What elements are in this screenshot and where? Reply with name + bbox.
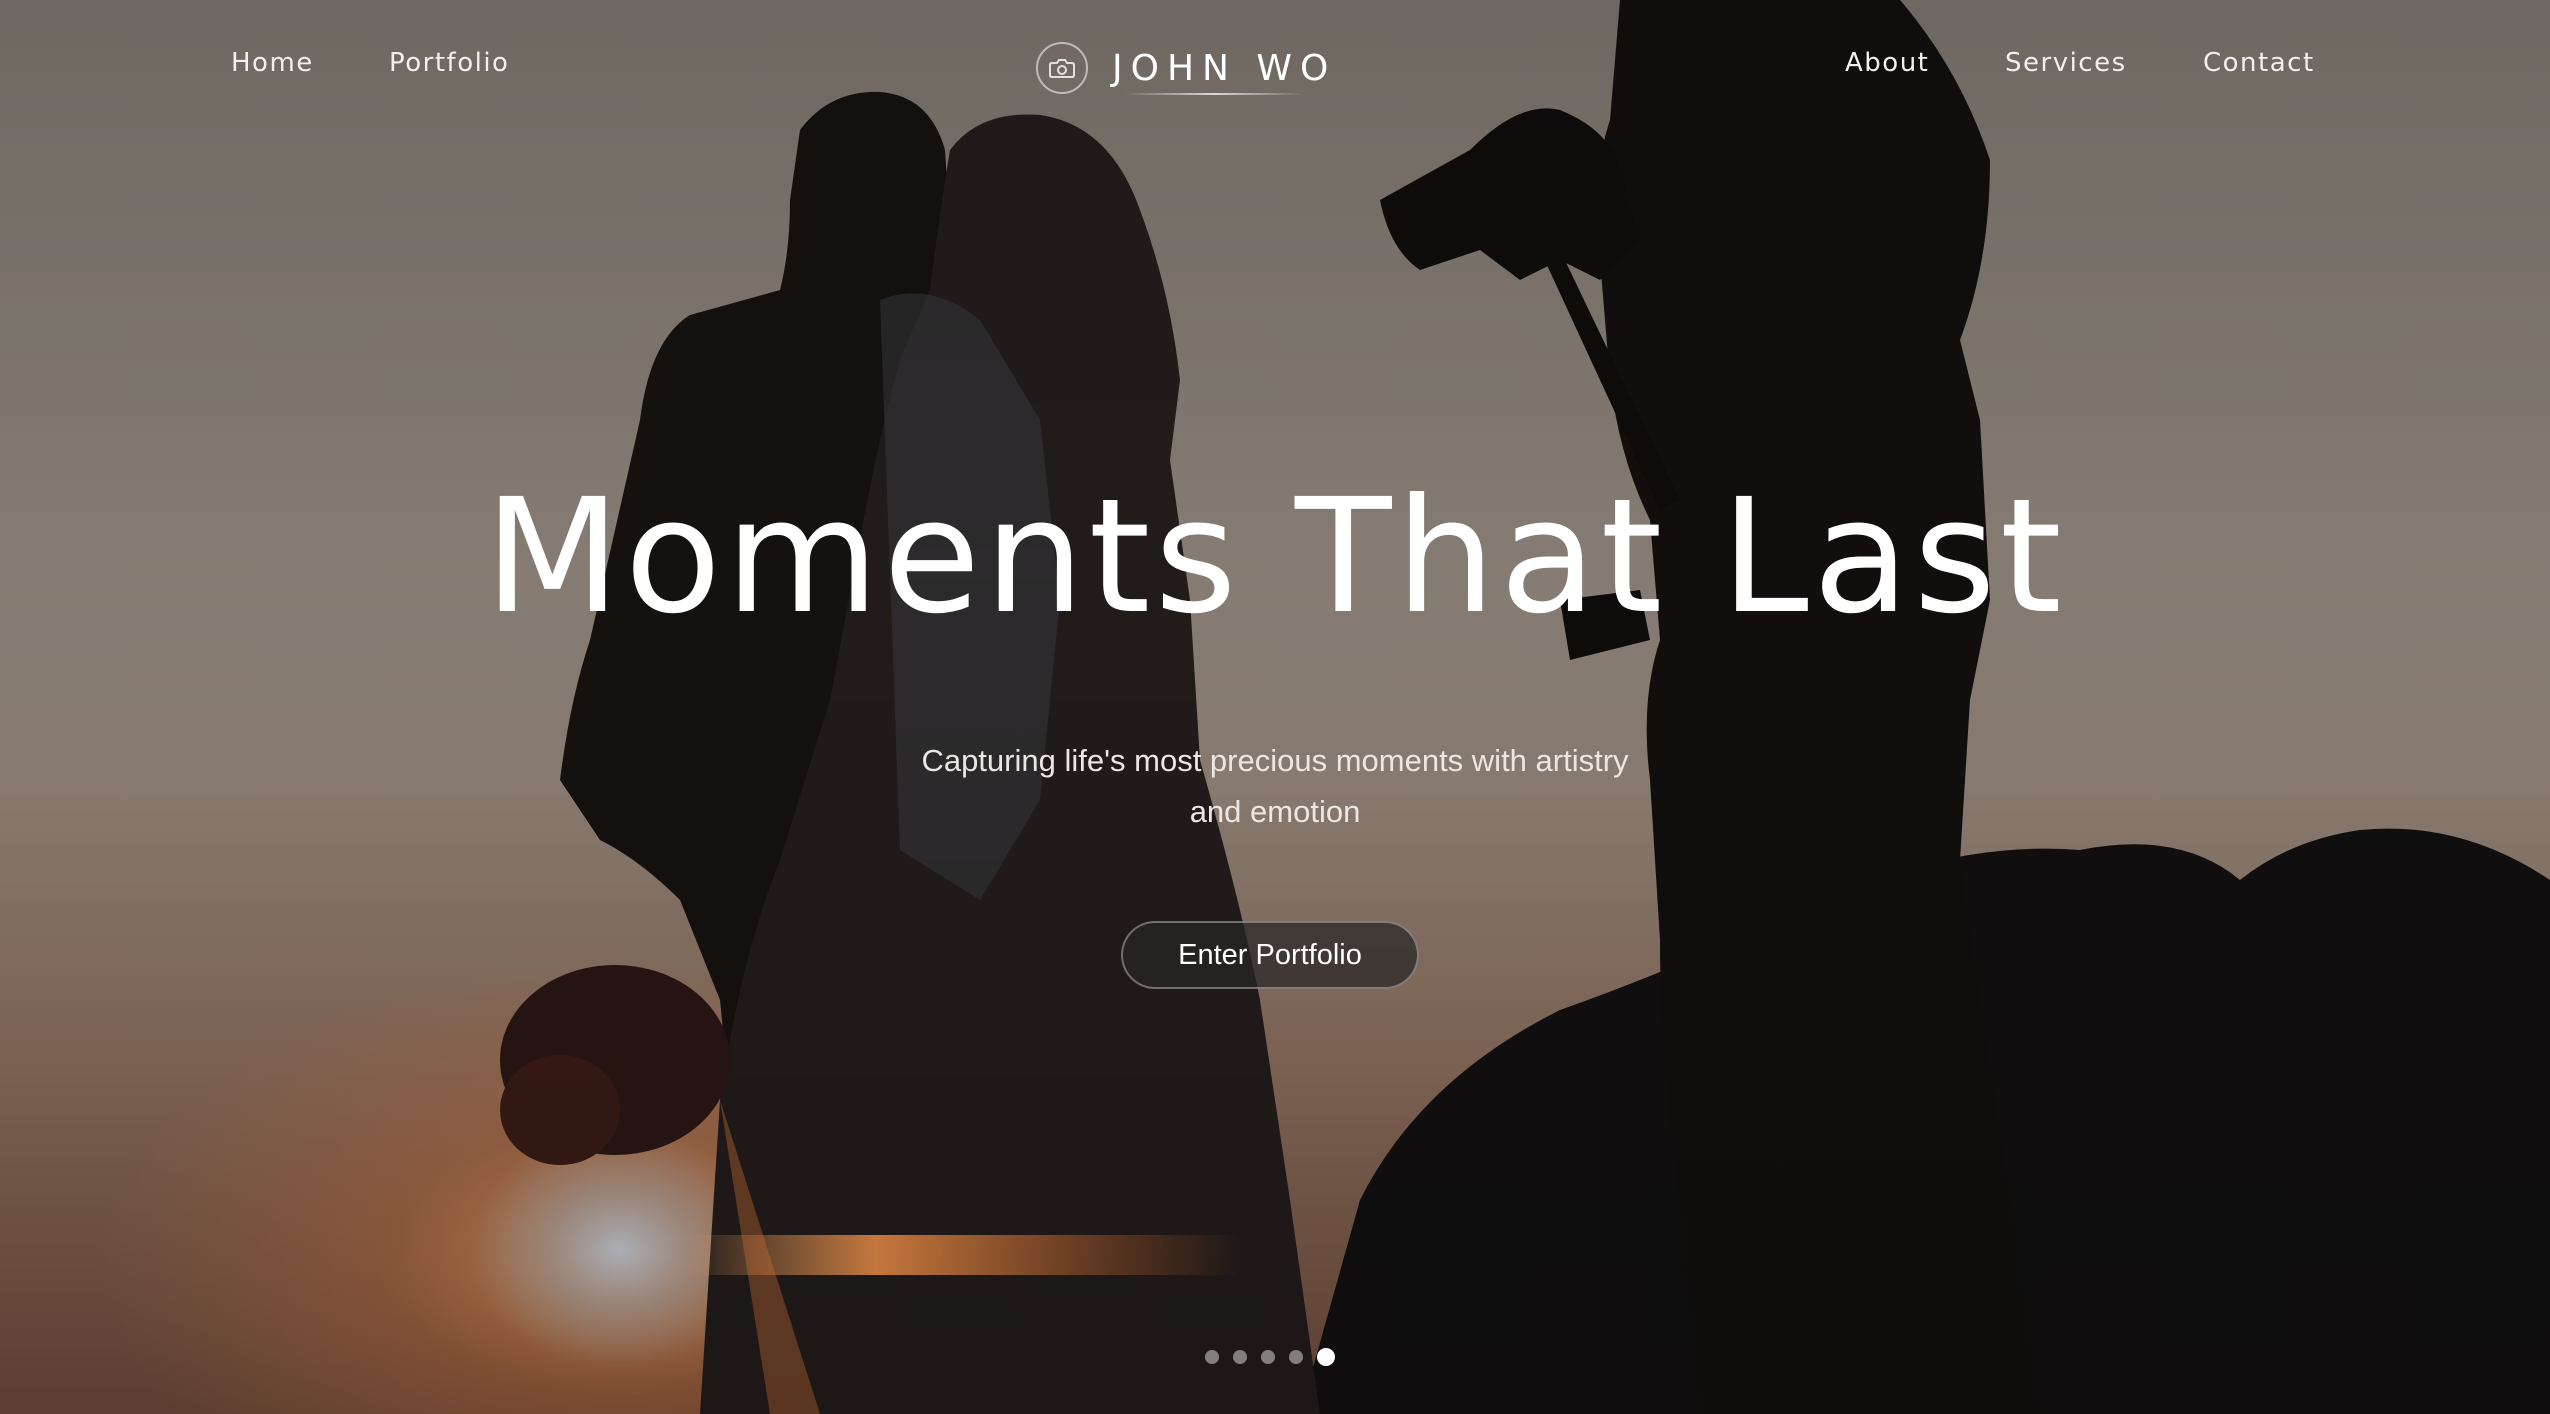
carousel-dot-5[interactable]	[1317, 1348, 1335, 1366]
nav-link-portfolio[interactable]: Portfolio	[389, 48, 509, 78]
hero-subtitle-line1: Capturing life's most precious moments w…	[921, 743, 1629, 778]
nav-link-home[interactable]: Home	[231, 48, 314, 78]
carousel-dot-4[interactable]	[1289, 1350, 1303, 1364]
hero-subtitle-line2: and emotion	[1189, 794, 1361, 829]
hero-subtitle: Capturing life's most precious moments w…	[875, 735, 1675, 837]
brand-logo[interactable]: JOHN WO	[1036, 36, 1336, 100]
hero-title: Moments That Last	[484, 465, 2066, 649]
nav-link-contact[interactable]: Contact	[2203, 48, 2315, 78]
nav-link-services[interactable]: Services	[2005, 48, 2127, 78]
carousel-dot-1[interactable]	[1205, 1350, 1219, 1364]
nav-link-about[interactable]: About	[1845, 48, 1929, 78]
enter-portfolio-button[interactable]: Enter Portfolio	[1121, 921, 1419, 989]
hero-section	[0, 0, 2550, 1414]
hero-background-image	[470, 0, 2550, 1414]
camera-icon	[1036, 42, 1088, 94]
brand-underline	[1124, 93, 1304, 95]
carousel-dot-2[interactable]	[1233, 1350, 1247, 1364]
carousel-dot-3[interactable]	[1261, 1350, 1275, 1364]
brand-name: JOHN WO	[1112, 47, 1337, 89]
carousel-dots	[1205, 1348, 1335, 1366]
